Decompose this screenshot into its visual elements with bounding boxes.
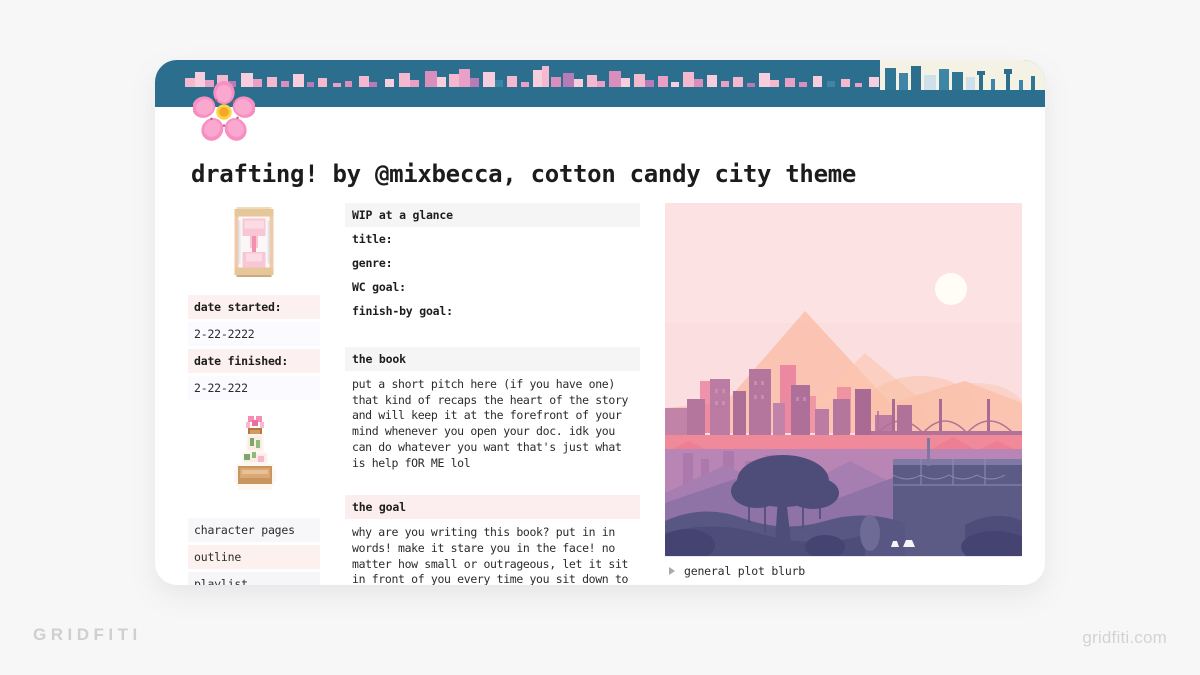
section-heading-glance: WIP at a glance [345,203,640,227]
pixel-hourglass-icon [234,206,274,278]
sidebar-field-label: date finished: [188,349,320,373]
section-heading-the-book: the book [345,347,640,371]
page-title: drafting! by @mixbecca, cotton candy cit… [191,160,857,188]
sidebar-field-label: date started: [188,295,320,319]
page-banner[interactable] [155,60,1045,107]
sidebar-item-character-pages[interactable]: character pages [188,518,320,542]
notion-page-card: drafting! by @mixbecca, cotton candy cit… [155,60,1045,585]
field-genre[interactable]: genre: [345,251,640,275]
section-body-the-goal[interactable]: why are you writing this book? put in in… [345,519,640,585]
section-heading-the-goal: the goal [345,495,640,520]
sidebar-field-0[interactable]: date started: 2-22-2222 [188,295,320,346]
section-body-the-book[interactable]: put a short pitch here (if you have one)… [345,371,640,471]
sidebar-field-value[interactable]: 2-22-2222 [188,322,320,346]
field-wc-goal[interactable]: WC goal: [345,275,640,299]
plot-blurb-label: general plot blurb [684,564,806,578]
sidebar-item-outline[interactable]: outline [188,545,320,569]
sidebar: date started: 2-22-2222 date finished: 2… [188,203,320,585]
sidebar-field-1[interactable]: date finished: 2-22-222 [188,349,320,400]
watermark-left: GRIDFITI [33,625,142,644]
triangle-right-icon[interactable] [669,567,675,575]
sidebar-item-playlist[interactable]: playlist [188,572,320,585]
main-column: WIP at a glance title: genre: WC goal: f… [345,203,640,585]
field-finish-by-goal[interactable]: finish-by goal: [345,299,640,323]
plot-blurb-toggle[interactable]: general plot blurb [665,556,1022,578]
field-title[interactable]: title: [345,227,640,251]
cherry-blossom-icon [193,81,255,141]
sidebar-field-value[interactable]: 2-22-222 [188,376,320,400]
cotton-candy-city-illustration[interactable] [665,203,1022,556]
watermark-right: gridfiti.com [1082,628,1167,647]
pixel-flower-potion-icon [234,416,276,490]
banner-pixel-city [185,65,1045,90]
illustration-panel: general plot blurb [665,203,1022,578]
